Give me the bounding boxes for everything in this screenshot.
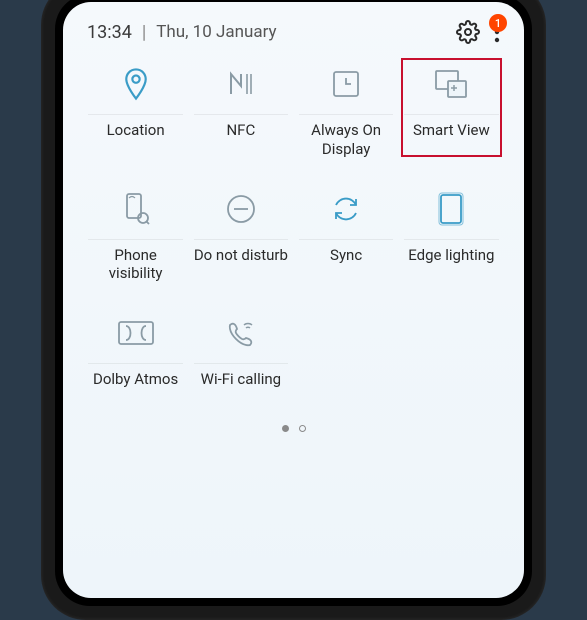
tile-label: Always On Display (299, 114, 394, 159)
status-left: 13:34 | Thu, 10 January (87, 22, 277, 43)
phone-visibility-icon (121, 192, 151, 226)
wifi-calling-icon (224, 317, 258, 349)
tile-do-not-disturb[interactable]: Do not disturb (188, 187, 293, 284)
notification-badge: 1 (489, 14, 507, 32)
location-pin-icon (121, 67, 151, 101)
tile-label: Phone visibility (88, 239, 183, 284)
tile-sync[interactable]: Sync (294, 187, 399, 284)
tile-location[interactable]: Location (83, 62, 188, 159)
page-indicator[interactable] (63, 425, 524, 432)
tile-edge-lighting[interactable]: Edge lighting (399, 187, 504, 284)
divider: | (142, 22, 146, 43)
tile-dolby-atmos[interactable]: Dolby Atmos (83, 311, 188, 401)
tile-phone-visibility[interactable]: Phone visibility (83, 187, 188, 284)
tile-label: Location (88, 114, 183, 152)
tile-label: Wi-Fi calling (194, 363, 289, 401)
clock-square-icon (331, 69, 361, 99)
quick-settings-grid: Location NFC (63, 54, 524, 401)
smart-view-icon (434, 69, 468, 99)
tile-label: Dolby Atmos (88, 363, 183, 401)
tile-label: Smart View (404, 114, 499, 152)
tile-label: Do not disturb (194, 239, 289, 277)
gear-icon (456, 20, 480, 44)
dolby-icon (116, 319, 156, 347)
settings-button[interactable] (456, 20, 480, 44)
tile-wifi-calling[interactable]: Wi-Fi calling (188, 311, 293, 401)
dnd-icon (225, 193, 257, 225)
more-options-button[interactable]: 1 (494, 21, 500, 43)
tile-smart-view[interactable]: Smart View (399, 56, 504, 159)
pager-dot-2 (299, 425, 306, 432)
tile-always-on-display[interactable]: Always On Display (294, 62, 399, 159)
clock-time: 13:34 (87, 22, 132, 43)
quick-settings-panel: 13:34 | Thu, 10 January (63, 2, 524, 598)
tile-label: Sync (299, 239, 394, 277)
edge-lighting-icon (437, 192, 465, 226)
nfc-icon (225, 68, 257, 100)
tile-label: Edge lighting (404, 239, 499, 277)
status-date: Thu, 10 January (156, 22, 276, 42)
sync-icon (330, 193, 362, 225)
pager-dot-1 (282, 425, 289, 432)
status-bar: 13:34 | Thu, 10 January (63, 2, 524, 54)
tile-nfc[interactable]: NFC (188, 62, 293, 159)
status-right: 1 (456, 20, 500, 44)
tile-label: NFC (194, 114, 289, 152)
